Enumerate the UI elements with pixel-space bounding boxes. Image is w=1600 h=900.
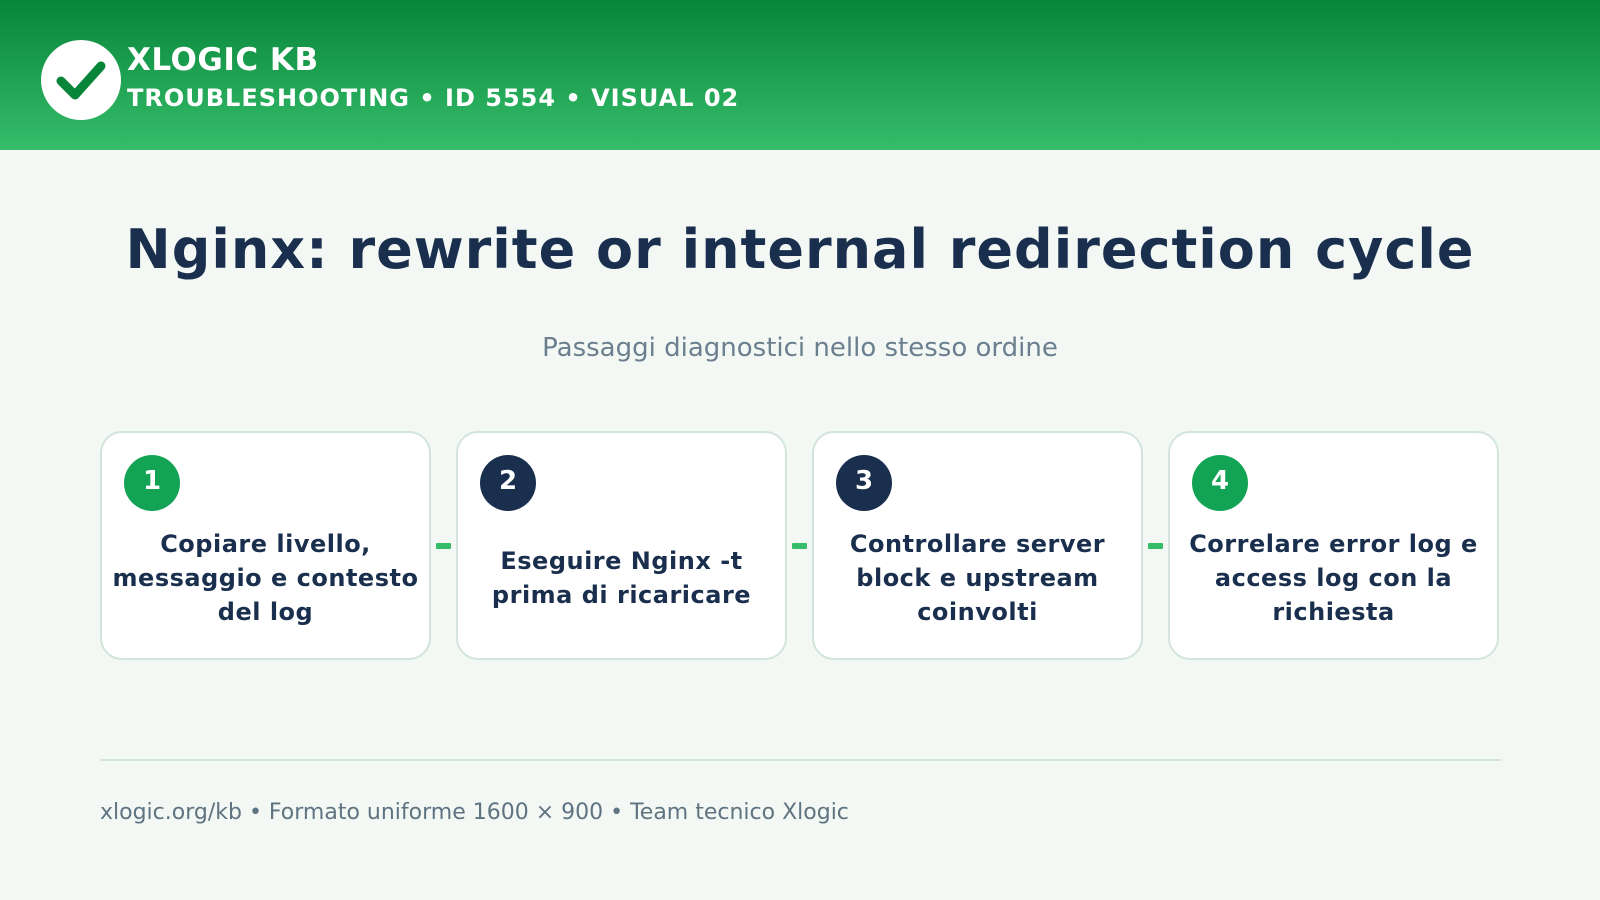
- step-number-badge: 2: [480, 455, 536, 511]
- step-card-4: 4 Correlare error log e access log con l…: [1168, 431, 1499, 660]
- brand-name: XLOGIC KB: [127, 42, 319, 78]
- step-card-1: 1 Copiare livello, messaggio e contesto …: [100, 431, 431, 660]
- step-text: Correlare error log e access log con la …: [1189, 529, 1478, 626]
- step-number-badge: 1: [124, 455, 180, 511]
- page: XLOGIC KB TROUBLESHOOTING • ID 5554 • VI…: [0, 0, 1600, 900]
- step-text: Eseguire Nginx -t prima di ricaricare: [491, 546, 752, 609]
- footer-text: xlogic.org/kb • Formato uniforme 1600 × …: [100, 800, 849, 825]
- step-text: Controllare server block e upstream coin…: [849, 529, 1106, 626]
- step-number-badge: 3: [836, 455, 892, 511]
- logo: [41, 40, 121, 120]
- step-card-3: 3 Controllare server block e upstream co…: [812, 431, 1143, 660]
- step-connector: [1148, 543, 1163, 549]
- step-card-2: 2 Eseguire Nginx -t prima di ricaricare: [456, 431, 787, 660]
- step-number-badge: 4: [1192, 455, 1248, 511]
- page-subtitle: Passaggi diagnostici nello stesso ordine: [542, 333, 1058, 363]
- header-banner: XLOGIC KB TROUBLESHOOTING • ID 5554 • VI…: [0, 0, 1600, 150]
- footer-divider: [100, 759, 1501, 761]
- brand-subtitle: TROUBLESHOOTING • ID 5554 • VISUAL 02: [127, 84, 740, 112]
- step-connector: [436, 543, 451, 549]
- step-text: Copiare livello, messaggio e contesto de…: [112, 529, 419, 626]
- step-connector: [792, 543, 807, 549]
- page-title: Nginx: rewrite or internal redirection c…: [125, 218, 1475, 281]
